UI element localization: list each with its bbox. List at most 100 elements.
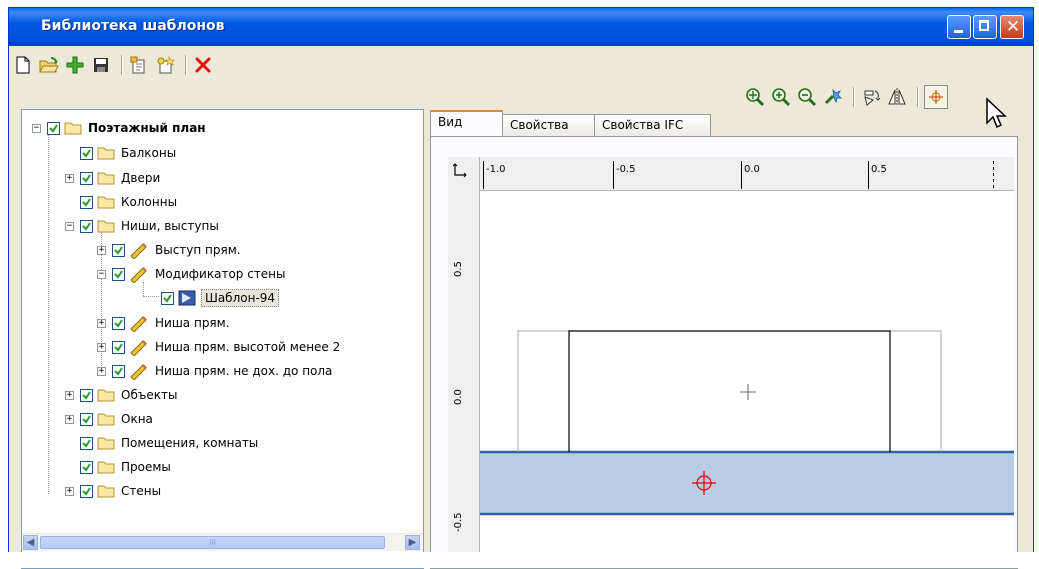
checkbox[interactable] — [80, 484, 93, 498]
maximize-button[interactable] — [973, 15, 997, 39]
expand-icon[interactable]: + — [97, 318, 106, 328]
preview-canvas[interactable] — [448, 157, 1014, 568]
view-toolbar — [744, 85, 952, 109]
title-bar[interactable]: Библиотека шаблонов ✕ — [9, 8, 1033, 46]
tree-item-label: Ниша прям. — [155, 316, 230, 330]
zoom-in-icon[interactable] — [770, 86, 792, 108]
expand-icon[interactable]: + — [65, 486, 74, 496]
tree-item-label: Ниши, выступы — [121, 219, 219, 233]
ruler-label: -0.5 — [453, 512, 464, 532]
scroll-right-icon[interactable]: ▶ — [405, 535, 420, 550]
checkbox[interactable] — [112, 340, 125, 354]
checkbox[interactable] — [80, 171, 93, 185]
tree-item-label: Помещения, комнаты — [121, 436, 259, 450]
tree-item-label: Выступ прям. — [155, 243, 241, 257]
folder-icon — [64, 122, 82, 135]
tree-item[interactable]: − Модификатор стены — [97, 264, 286, 284]
zoom-fit-icon[interactable] — [744, 86, 766, 108]
checkbox[interactable] — [112, 316, 125, 330]
mirror-icon[interactable] — [886, 86, 908, 108]
template-tree[interactable]: − Поэтажный план Балконы + Двери Колонны… — [21, 109, 424, 569]
copy-icon[interactable] — [128, 54, 150, 76]
tree-item-label: Колонны — [121, 195, 178, 209]
horizontal-ruler: -1.0 -0.5 0.0 0.5 — [448, 157, 1014, 191]
rotate-icon[interactable] — [860, 86, 882, 108]
checkbox[interactable] — [80, 195, 93, 209]
tree-item[interactable]: + Ниша прям. высотой менее 2 — [97, 337, 340, 357]
tree-item[interactable]: − Ниши, выступы — [65, 216, 219, 236]
expand-icon[interactable]: + — [65, 390, 74, 400]
scroll-thumb[interactable]: III — [40, 536, 385, 549]
niche-body — [568, 330, 891, 452]
checkbox[interactable] — [47, 121, 60, 135]
toolbar-separator — [185, 55, 187, 75]
tree-item-label: Окна — [121, 412, 153, 426]
expand-icon[interactable]: + — [65, 173, 74, 183]
niche-outline — [517, 330, 942, 452]
scroll-left-icon[interactable]: ◀ — [23, 535, 38, 550]
window-title: Библиотека шаблонов — [41, 18, 225, 34]
tree-item[interactable]: Помещения, комнаты — [80, 433, 258, 453]
tree-item[interactable]: + Ниша прям. — [97, 313, 230, 333]
tree-item[interactable]: Балконы — [80, 143, 176, 163]
zoom-pan-icon[interactable] — [822, 86, 844, 108]
collapse-icon[interactable]: − — [97, 269, 106, 279]
ruler-label: 0.0 — [744, 164, 760, 175]
toolbar-separator — [917, 87, 919, 107]
delete-icon[interactable] — [192, 54, 214, 76]
tree-item-label: Ниша прям. высотой менее 2 — [155, 340, 341, 354]
expand-icon[interactable]: + — [65, 414, 74, 424]
tree-item[interactable]: Проемы — [80, 457, 171, 477]
save-icon[interactable] — [90, 54, 112, 76]
folder-icon — [97, 389, 115, 402]
collapse-icon[interactable]: − — [65, 221, 74, 231]
wall-body — [479, 452, 1014, 514]
open-icon[interactable] — [38, 54, 60, 76]
ruler-label: -1.0 — [486, 164, 506, 175]
paste-icon[interactable] — [154, 54, 176, 76]
checkbox[interactable] — [161, 291, 174, 305]
tab-ifc-properties[interactable]: Свойства IFC — [594, 114, 711, 136]
tree-item[interactable]: + Двери — [65, 168, 160, 188]
checkbox[interactable] — [80, 460, 93, 474]
new-icon[interactable] — [12, 54, 34, 76]
expand-icon[interactable]: + — [97, 366, 106, 376]
tab-properties[interactable]: Свойства — [502, 114, 595, 136]
axis-icon — [452, 163, 467, 180]
tree-item[interactable]: + Стены — [65, 481, 161, 501]
tree-item-root[interactable]: − Поэтажный план — [32, 118, 206, 138]
folder-icon — [97, 172, 115, 185]
tree-item[interactable]: + Окна — [65, 409, 153, 429]
checkbox[interactable] — [80, 219, 93, 233]
ruler-label: 0.5 — [871, 164, 887, 175]
folder-icon — [97, 196, 115, 209]
add-icon[interactable] — [64, 54, 86, 76]
toolbar-separator — [853, 87, 855, 107]
expand-icon[interactable]: + — [97, 342, 106, 352]
checkbox[interactable] — [80, 388, 93, 402]
pencil-icon — [130, 364, 147, 380]
collapse-icon[interactable]: − — [32, 123, 41, 133]
checkbox[interactable] — [112, 243, 125, 257]
toolbar-separator — [121, 55, 123, 75]
minimize-button[interactable] — [947, 15, 971, 39]
ruler-label: 0.0 — [453, 389, 464, 405]
vertical-ruler: 0.5 0.0 -0.5 — [448, 157, 480, 568]
tree-item[interactable]: + Выступ прям. — [97, 240, 241, 260]
tab-view[interactable]: Вид — [430, 110, 503, 137]
close-button[interactable]: ✕ — [1000, 15, 1024, 39]
checkbox[interactable] — [112, 267, 125, 281]
tree-item[interactable]: + Объекты — [65, 385, 177, 405]
tree-item[interactable]: + Ниша прям. не дох. до пола — [97, 361, 332, 381]
checkbox[interactable] — [80, 436, 93, 450]
pencil-icon — [130, 267, 147, 283]
expand-icon[interactable]: + — [97, 245, 106, 255]
tree-item[interactable]: Колонны — [80, 192, 177, 212]
tree-item-selected[interactable]: Шаблон-94 — [161, 288, 280, 308]
insertion-point-icon[interactable] — [924, 85, 948, 109]
checkbox[interactable] — [112, 364, 125, 378]
zoom-out-icon[interactable] — [796, 86, 818, 108]
checkbox[interactable] — [80, 146, 93, 160]
horizontal-scrollbar[interactable]: ◀ III ▶ — [22, 533, 423, 551]
checkbox[interactable] — [80, 412, 93, 426]
